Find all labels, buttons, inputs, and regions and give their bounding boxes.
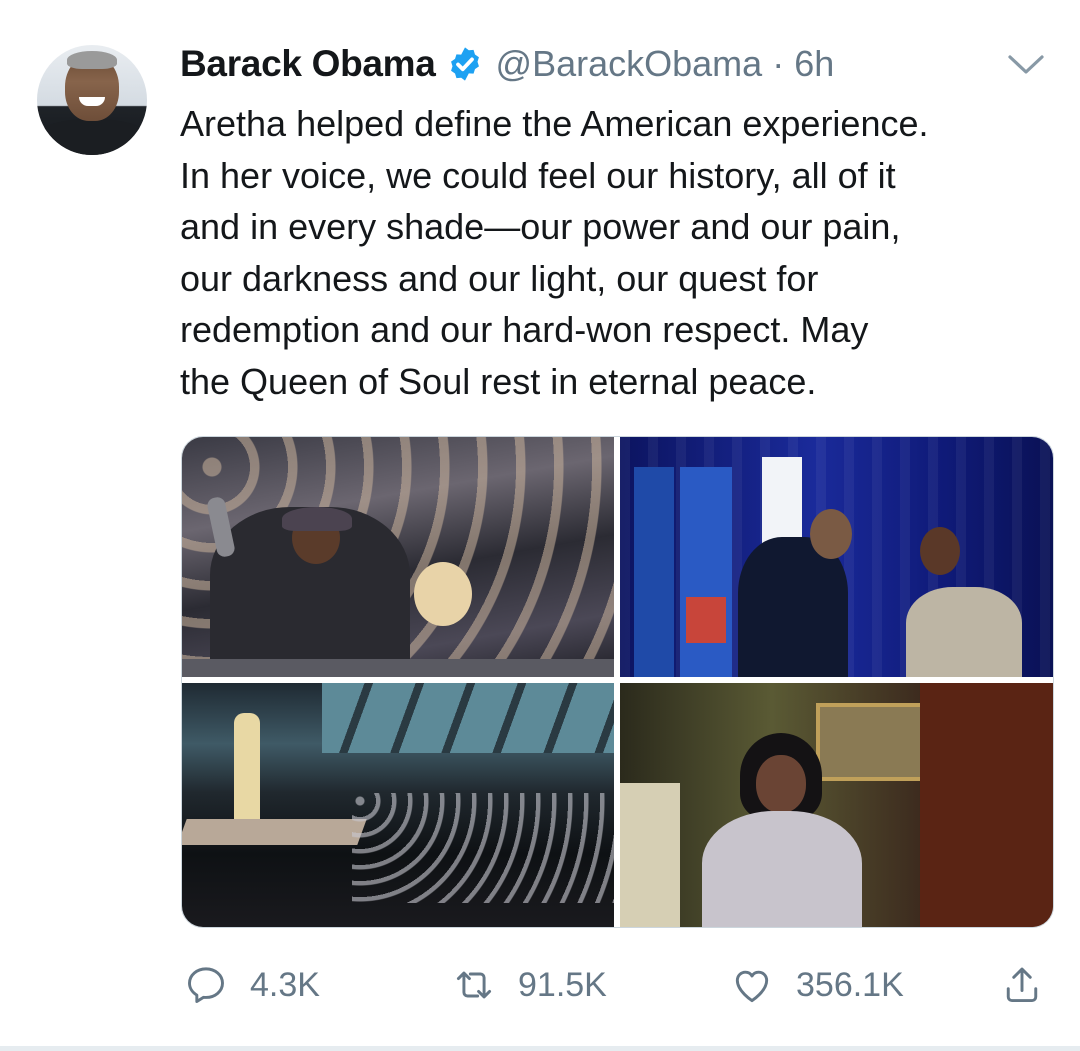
photo-crowd-inauguration[interactable]	[182, 437, 614, 677]
photo-fur-coat[interactable]	[620, 683, 1053, 927]
tweet-timestamp[interactable]: 6h	[794, 43, 834, 85]
tweet-card[interactable]: Barack Obama @BarackObama · 6h Aretha he…	[0, 0, 1080, 1051]
heart-icon	[735, 970, 769, 1003]
like-count: 356.1K	[796, 965, 904, 1004]
avatar-hair	[67, 51, 117, 69]
reply-button[interactable]: 4.3K	[184, 960, 320, 1010]
share-icon	[1006, 967, 1038, 1003]
retweet-button[interactable]: 91.5K	[452, 960, 607, 1010]
separator-dot: ·	[772, 43, 785, 84]
retweet-count: 91.5K	[518, 965, 607, 1004]
profile-avatar[interactable]	[37, 45, 147, 155]
photo-concert-hall[interactable]	[182, 683, 614, 927]
verified-badge-icon	[450, 47, 479, 81]
reply-count: 4.3K	[250, 965, 320, 1004]
retweet-icon	[456, 971, 492, 999]
author-handle[interactable]: @BarackObama	[496, 43, 763, 85]
bottom-divider	[0, 1046, 1080, 1051]
author-name[interactable]: Barack Obama	[180, 43, 436, 85]
avatar-coat	[37, 119, 147, 155]
like-button[interactable]: 356.1K	[730, 960, 904, 1010]
tweet-header: Barack Obama @BarackObama · 6h	[180, 38, 834, 90]
media-grid	[181, 436, 1054, 928]
tweet-text: Aretha helped define the American experi…	[180, 103, 929, 402]
photo-flags-stage[interactable]	[620, 437, 1053, 677]
chevron-down-icon[interactable]	[1006, 52, 1046, 78]
reply-icon	[188, 967, 224, 1003]
share-button[interactable]	[1000, 960, 1044, 1010]
tweet-actions: 4.3K 91.5K 356.1K	[0, 950, 1080, 1020]
